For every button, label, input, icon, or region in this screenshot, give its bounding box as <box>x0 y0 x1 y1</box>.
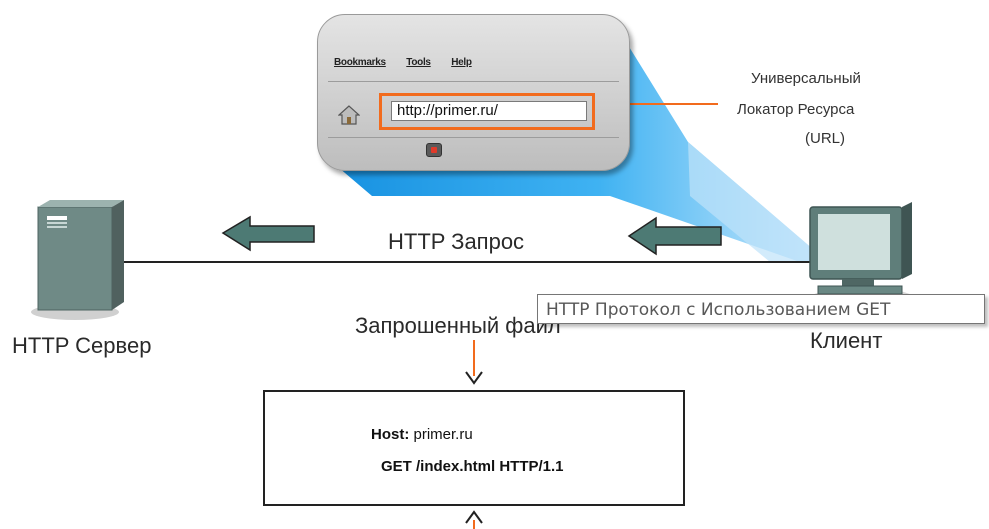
protocol-tooltip: HTTP Протокол с Использованием GET <box>537 294 985 324</box>
toolbar-divider-bottom <box>328 137 619 138</box>
url-label-line1: Универсальный <box>751 70 861 87</box>
request-host-line: Host: primer.ru <box>371 426 473 443</box>
requested-file-label: Запрошенный файл <box>355 313 561 338</box>
http-server-label: HTTP Сервер <box>12 333 152 358</box>
host-key: Host: <box>371 426 410 443</box>
home-icon[interactable] <box>338 105 360 125</box>
host-value: primer.ru <box>413 426 473 443</box>
url-highlight-frame <box>379 93 595 130</box>
toolbar-divider-top <box>328 81 619 82</box>
browser-window-zoom: Bookmarks Tools Help http://primer.ru/ <box>317 14 630 171</box>
request-get-line: GET /index.html HTTP/1.1 <box>381 458 564 475</box>
url-label-line2: Локатор Ресурса <box>737 101 855 118</box>
request-arrow-left <box>221 215 315 252</box>
menu-bookmarks[interactable]: Bookmarks <box>334 57 386 68</box>
browser-menu-bar: Bookmarks Tools Help <box>334 57 490 68</box>
client-computer-icon <box>809 202 914 308</box>
stop-icon[interactable] <box>426 143 442 157</box>
http-request-label: HTTP Запрос <box>388 229 525 254</box>
url-label-line3: (URL) <box>805 130 845 147</box>
menu-tools[interactable]: Tools <box>406 57 431 68</box>
client-label: Клиент <box>810 328 883 353</box>
menu-help[interactable]: Help <box>451 57 472 68</box>
server-icon <box>31 200 124 320</box>
http-request-box: Host: primer.ru GET /index.html HTTP/1.1 <box>263 390 685 506</box>
